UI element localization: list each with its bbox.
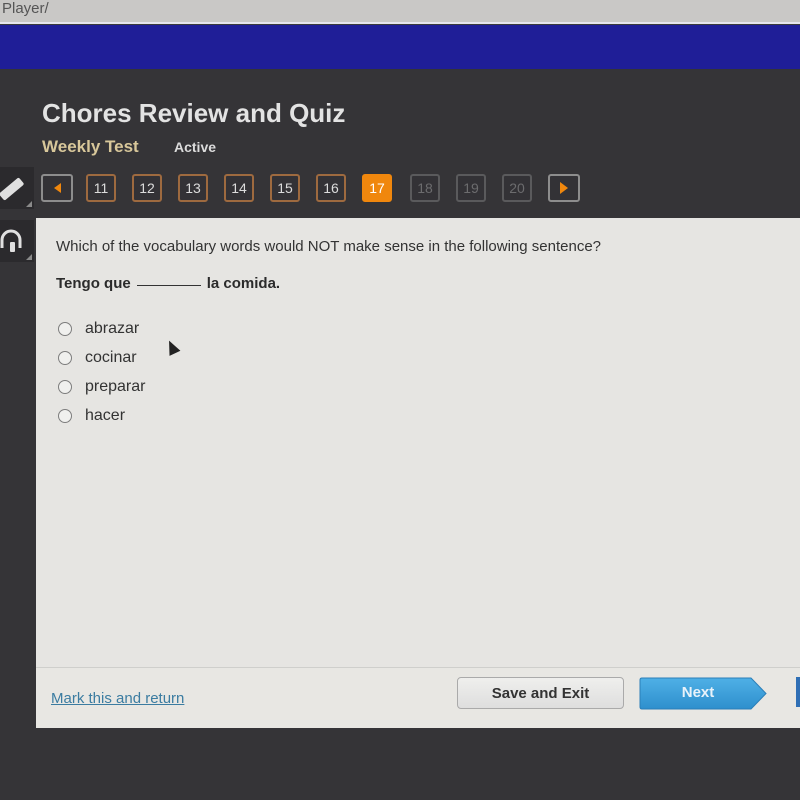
previous-question-button[interactable]: [41, 174, 73, 202]
mouse-cursor-icon: [163, 338, 181, 356]
sentence-blank: [136, 285, 201, 286]
status-label: Active: [174, 139, 217, 155]
question-page-19: 19: [456, 174, 486, 202]
question-sentence: Tengo que la comida.: [56, 275, 280, 292]
radio-button[interactable]: [58, 350, 72, 365]
question-prompt: Which of the vocabulary words would NOT …: [56, 238, 602, 255]
radio-button[interactable]: [58, 379, 72, 394]
sentence-after: la comida.: [206, 275, 281, 292]
assignment-type: Weekly Test: [42, 137, 139, 156]
next-button-label: Next: [681, 684, 715, 701]
tool-corner-indicator: [26, 201, 32, 207]
partial-button-edge: [796, 677, 800, 707]
radio-button[interactable]: [58, 321, 72, 336]
question-page-15[interactable]: 15: [270, 174, 300, 202]
question-page-17[interactable]: 17: [362, 174, 392, 202]
url-text: Player/: [2, 0, 49, 17]
app-top-bar: [0, 25, 800, 69]
sentence-before: Tengo que: [56, 275, 131, 292]
answer-options: abrazar cocinar preparar hacer: [58, 314, 145, 430]
radio-button[interactable]: [58, 408, 72, 423]
next-button[interactable]: Next: [639, 677, 767, 710]
question-page-11[interactable]: 11: [86, 174, 116, 202]
mark-and-return-link[interactable]: Mark this and return: [51, 690, 184, 707]
question-page-14[interactable]: 14: [224, 174, 254, 202]
question-page-13[interactable]: 13: [178, 174, 208, 202]
browser-address-bar[interactable]: Player/: [0, 0, 800, 24]
question-panel: Which of the vocabulary words would NOT …: [36, 218, 800, 728]
answer-option[interactable]: preparar: [58, 372, 145, 401]
answer-option[interactable]: hacer: [58, 401, 145, 430]
save-and-exit-button[interactable]: Save and Exit: [457, 677, 624, 709]
answer-option[interactable]: cocinar: [58, 343, 145, 372]
question-page-12[interactable]: 12: [132, 174, 162, 202]
tool-corner-indicator: [26, 254, 32, 260]
question-footer: Mark this and return Save and Exit Next: [36, 667, 800, 728]
triangle-left-icon: [53, 183, 61, 193]
answer-option-label: cocinar: [85, 348, 137, 366]
answer-option-label: hacer: [85, 406, 126, 424]
answer-option-label: abrazar: [85, 319, 140, 337]
pencil-tool-button[interactable]: [0, 167, 34, 209]
next-question-button[interactable]: [548, 174, 580, 202]
page-title: Chores Review and Quiz: [42, 98, 346, 128]
question-page-20: 20: [502, 174, 532, 202]
answer-option[interactable]: abrazar: [58, 314, 145, 343]
triangle-right-icon: [560, 182, 568, 194]
question-page-16[interactable]: 16: [316, 174, 346, 202]
question-page-18: 18: [410, 174, 440, 202]
answer-option-label: preparar: [85, 377, 146, 395]
headphones-tool-button[interactable]: [0, 220, 34, 262]
